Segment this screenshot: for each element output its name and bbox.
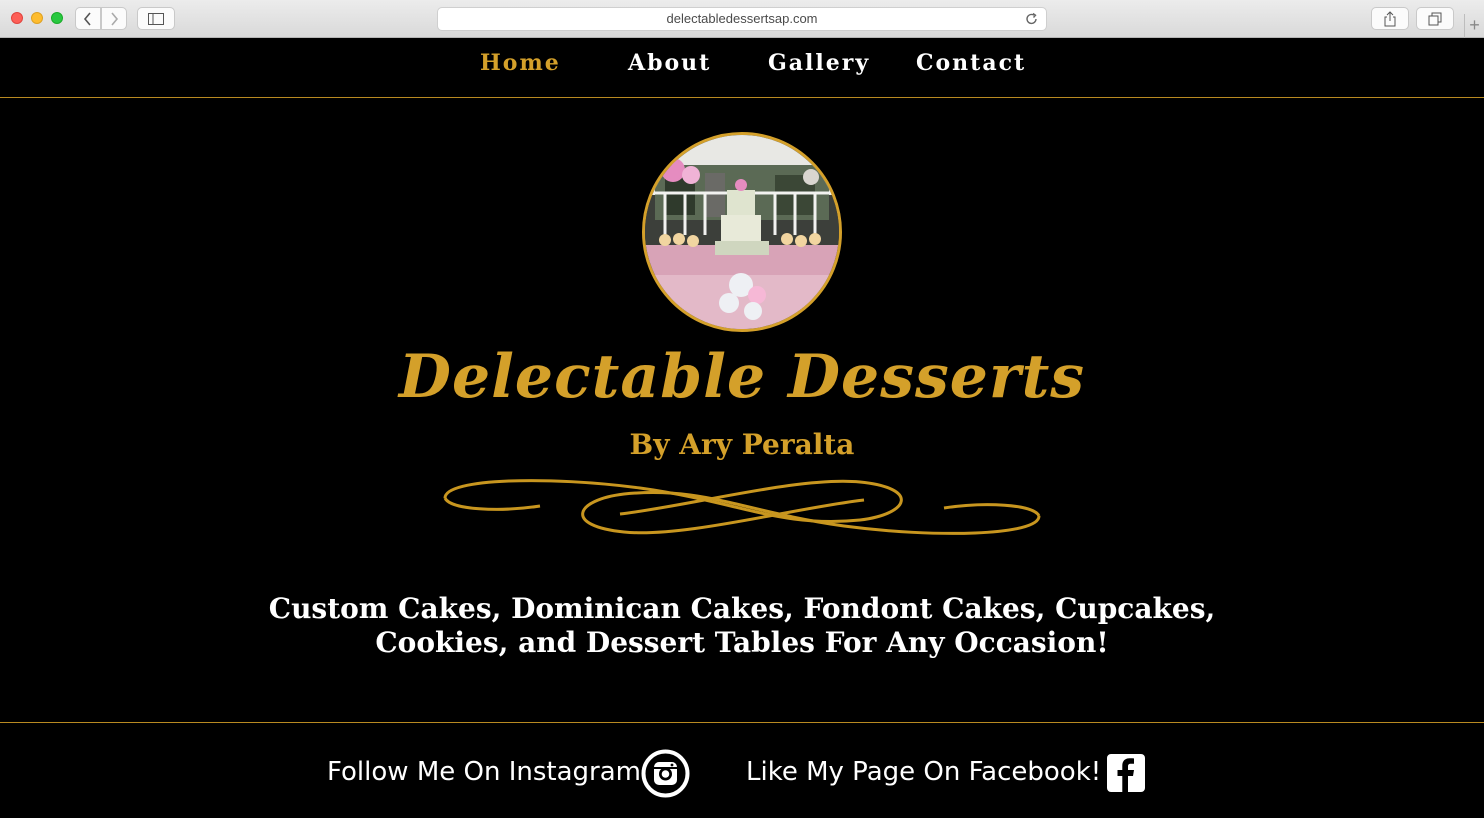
tagline: Custom Cakes, Dominican Cakes, Fondont C… (268, 592, 1216, 659)
site-navigation: Home About Gallery Contact (0, 38, 1484, 98)
nav-gallery-link[interactable]: Gallery (768, 50, 870, 76)
chevron-left-icon (83, 11, 91, 26)
instagram-icon[interactable] (641, 749, 690, 798)
share-button[interactable] (1371, 7, 1409, 30)
cake-scene (645, 135, 839, 329)
brand-title: Delectable Desserts (398, 342, 1086, 412)
new-tab-button[interactable]: + (1464, 14, 1484, 38)
url-text: delectabledessertsap.com (666, 11, 818, 26)
browser-toolbar: delectabledessertsap.com + (0, 0, 1484, 38)
share-icon (1384, 10, 1396, 26)
back-button[interactable] (75, 7, 101, 30)
close-window-button[interactable] (11, 12, 23, 24)
site-footer: Follow Me On Instagram Like My Page On F… (0, 722, 1484, 818)
nav-home-link[interactable]: Home (480, 50, 561, 76)
reload-icon[interactable] (1024, 11, 1040, 27)
chevron-right-icon (111, 11, 119, 26)
cake-photo (642, 132, 842, 332)
nav-contact-link[interactable]: Contact (916, 50, 1026, 76)
decorative-flourish-icon (443, 479, 1041, 535)
sidebar-toggle-button[interactable] (137, 7, 175, 30)
forward-button[interactable] (101, 7, 127, 30)
nav-about-link[interactable]: About (628, 50, 711, 76)
brand-subtitle: By Ary Peralta (629, 428, 855, 461)
facebook-icon[interactable] (1107, 754, 1145, 792)
tabs-icon (1428, 12, 1442, 25)
minimize-window-button[interactable] (31, 12, 43, 24)
show-tabs-button[interactable] (1416, 7, 1454, 30)
sidebar-icon (148, 12, 164, 25)
zoom-window-button[interactable] (51, 12, 63, 24)
address-bar[interactable]: delectabledessertsap.com (437, 7, 1047, 31)
facebook-like-text: Like My Page On Facebook! (746, 757, 1102, 787)
facebook-f-glyph (1117, 758, 1134, 792)
instagram-follow-text: Follow Me On Instagram (327, 757, 641, 787)
